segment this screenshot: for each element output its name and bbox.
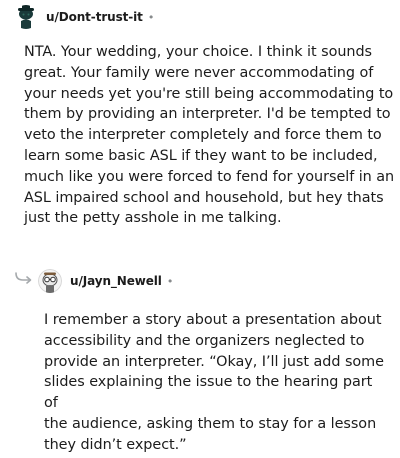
comment-header: u/Jayn_Newell • bbox=[14, 268, 173, 294]
comment-header: u/Dont-trust-it • bbox=[14, 4, 154, 30]
comment-username[interactable]: u/Jayn_Newell bbox=[70, 274, 162, 288]
snoo-avatar-icon[interactable] bbox=[38, 269, 62, 293]
comment-body: I remember a story about a presentation … bbox=[44, 312, 384, 453]
comment-username[interactable]: u/Dont-trust-it bbox=[46, 10, 143, 24]
snoo-avatar-icon[interactable] bbox=[14, 5, 38, 29]
meta-separator: • bbox=[147, 10, 155, 24]
comment-body: NTA. Your wedding, your choice. I think … bbox=[24, 44, 395, 227]
meta-separator: • bbox=[166, 274, 174, 288]
